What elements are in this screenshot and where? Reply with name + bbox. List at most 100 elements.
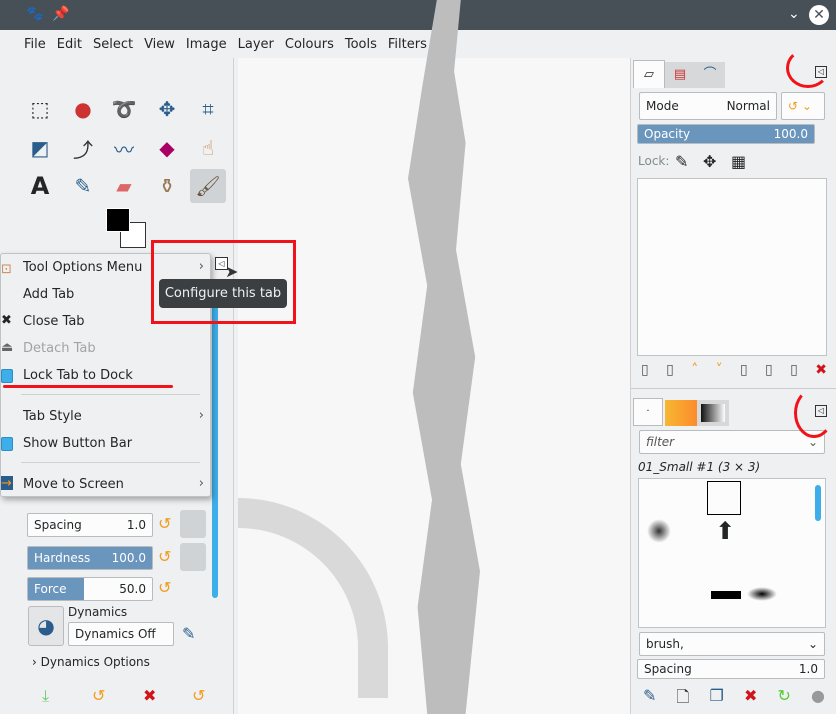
text-tool-icon[interactable]: A (22, 169, 58, 203)
opacity-field[interactable]: Opacity 100.0 (637, 124, 815, 144)
dynamics-icon[interactable]: ◕ (28, 606, 64, 646)
menu-view[interactable]: View (138, 30, 180, 52)
force-field[interactable]: Force 50.0 (27, 577, 153, 601)
refresh-brushes-icon[interactable]: ↻ (777, 686, 790, 713)
tool-options-scrollbar[interactable] (212, 298, 218, 598)
patterns-tab-icon[interactable] (665, 400, 697, 426)
menu-item-close-tab[interactable]: Close Tab (23, 314, 85, 329)
menu-item-detach-tab: Detach Tab (23, 341, 96, 356)
spacing-value: 1.0 (126, 518, 146, 532)
show-button-bar-checkbox[interactable] (1, 437, 13, 451)
brush-block[interactable] (711, 591, 741, 599)
transform-icon[interactable]: ◩ (22, 131, 58, 165)
brush-scrollbar[interactable] (815, 485, 821, 521)
reset-force-icon[interactable]: ↺ (158, 578, 171, 597)
foreground-color[interactable] (106, 208, 130, 232)
brush-spacing-field[interactable]: Spacing 1.0 (637, 659, 825, 679)
raise-layer-icon[interactable]: ˄ (691, 362, 698, 378)
smudge-icon[interactable]: ☝ (190, 131, 226, 165)
lock-position-icon[interactable]: ✥ (703, 152, 716, 171)
lock-label: Lock: (638, 154, 670, 168)
brush-arrow[interactable]: ⬆ (715, 517, 735, 545)
menu-filters[interactable]: Filters (382, 30, 432, 52)
mask-icon[interactable]: ▯ (790, 362, 798, 378)
menu-item-tool-options-menu[interactable]: Tool Options Menu (23, 260, 142, 275)
bucket-fill-icon[interactable]: ◆ (149, 131, 185, 165)
menu-image[interactable]: Image (180, 30, 232, 52)
layers-list[interactable] (637, 178, 827, 356)
new-group-icon[interactable]: ▯ (666, 362, 674, 378)
delete-brush-icon[interactable]: ✖ (744, 686, 757, 713)
menu-item-add-tab[interactable]: Add Tab (23, 287, 74, 302)
reset-options-icon[interactable]: ↺ (192, 686, 205, 705)
menu-select[interactable]: Select (87, 30, 138, 52)
delete-layer-icon[interactable]: ✖ (815, 362, 827, 378)
menu-edit[interactable]: Edit (51, 30, 87, 52)
delete-options-icon[interactable]: ✖ (143, 686, 156, 705)
paths-icon[interactable]: ⤴ (65, 131, 101, 165)
force-value: 50.0 (119, 582, 146, 596)
link-spacing-button[interactable] (180, 510, 206, 538)
spacing-label: Spacing (34, 518, 82, 532)
lock-alpha-icon[interactable]: ▦ (731, 152, 746, 171)
spacing-field[interactable]: Spacing 1.0 (27, 513, 153, 537)
rect-select-icon[interactable]: ⬚ (22, 92, 58, 126)
edit-dynamics-icon[interactable]: ✎ (182, 624, 195, 643)
menu-item-tab-style[interactable]: Tab Style (23, 409, 82, 424)
opacity-value: 100.0 (773, 127, 808, 141)
menu-tools[interactable]: Tools (339, 30, 382, 52)
lock-pixels-icon[interactable]: ✎ (675, 152, 688, 171)
mode-label: Mode (646, 99, 679, 113)
edit-brush-icon[interactable]: ✎ (643, 686, 656, 713)
eraser-icon[interactable]: ▰ (106, 169, 142, 203)
layers-tab-icon[interactable]: ▱ (633, 60, 665, 88)
menu-separator (21, 462, 200, 463)
brush-grid[interactable]: ⬆ (638, 478, 826, 628)
menu-file[interactable]: File (0, 30, 51, 52)
brushes-tab-icon[interactable]: · (633, 398, 663, 426)
menu-item-show-button-bar[interactable]: Show Button Bar (23, 436, 132, 451)
move-icon[interactable]: ✥ (149, 92, 185, 126)
brush-as-image-icon[interactable]: ● (811, 686, 825, 713)
reset-spacing-icon[interactable]: ↺ (158, 514, 171, 533)
fuzzy-select-icon[interactable]: ● (65, 92, 101, 126)
tag-input[interactable]: brush, ⌄ (639, 632, 825, 656)
save-options-icon[interactable]: ⤓ (42, 686, 49, 706)
brush-ellipse[interactable] (747, 587, 777, 601)
dynamics-options-expander[interactable]: › Dynamics Options (32, 655, 150, 669)
reset-hardness-icon[interactable]: ↺ (158, 547, 171, 566)
lock-tab-checkbox[interactable] (1, 369, 13, 383)
mode-reset-select[interactable]: ↺ ⌄ (781, 92, 825, 120)
dynamics-select[interactable]: Dynamics Off (68, 622, 174, 646)
restore-options-icon[interactable]: ↺ (92, 686, 105, 705)
clone-icon[interactable]: ⚱ (149, 169, 185, 203)
duplicate-brush-icon[interactable]: ❐ (710, 686, 724, 713)
menu-layer[interactable]: Layer (232, 30, 279, 52)
menu-item-lock-tab-to-dock[interactable]: Lock Tab to Dock (23, 368, 133, 383)
lower-layer-icon[interactable]: ˅ (716, 362, 723, 378)
menu-item-move-to-screen[interactable]: Move to Screen (23, 477, 124, 492)
selected-brush[interactable] (707, 481, 741, 515)
warp-icon[interactable]: 〰 (106, 131, 142, 165)
anchor-layer-icon[interactable]: ▯ (765, 362, 773, 378)
mode-select[interactable]: Mode Normal (639, 92, 777, 120)
color-picker-icon[interactable]: ✎ (65, 169, 101, 203)
filter-input[interactable]: filter ⌄ (639, 430, 825, 454)
hardness-field[interactable]: Hardness 100.0 (27, 546, 153, 570)
close-icon[interactable]: ✕ (809, 5, 829, 25)
new-layer-icon[interactable]: ▯ (641, 362, 649, 378)
new-brush-icon[interactable]: 🗋 (677, 686, 690, 713)
gradients-tab-icon[interactable] (697, 400, 729, 426)
minimize-icon[interactable]: ⌄ (788, 6, 800, 22)
paintbrush-icon[interactable]: 🖌 (190, 169, 226, 203)
lasso-icon[interactable]: ➰ (106, 92, 142, 126)
submenu-arrow-icon: › (198, 476, 204, 491)
brush-fuzzy[interactable] (647, 519, 671, 543)
channels-tab-icon[interactable]: ▤ (665, 62, 695, 88)
crop-icon[interactable]: ⌗ (190, 92, 226, 126)
paths-tab-icon[interactable]: ⌒ (695, 62, 725, 88)
link-hardness-button[interactable] (180, 543, 206, 571)
duplicate-layer-icon[interactable]: ▯ (740, 362, 748, 378)
menu-colours[interactable]: Colours (279, 30, 339, 52)
pin-icon[interactable]: 📌 (52, 6, 69, 22)
